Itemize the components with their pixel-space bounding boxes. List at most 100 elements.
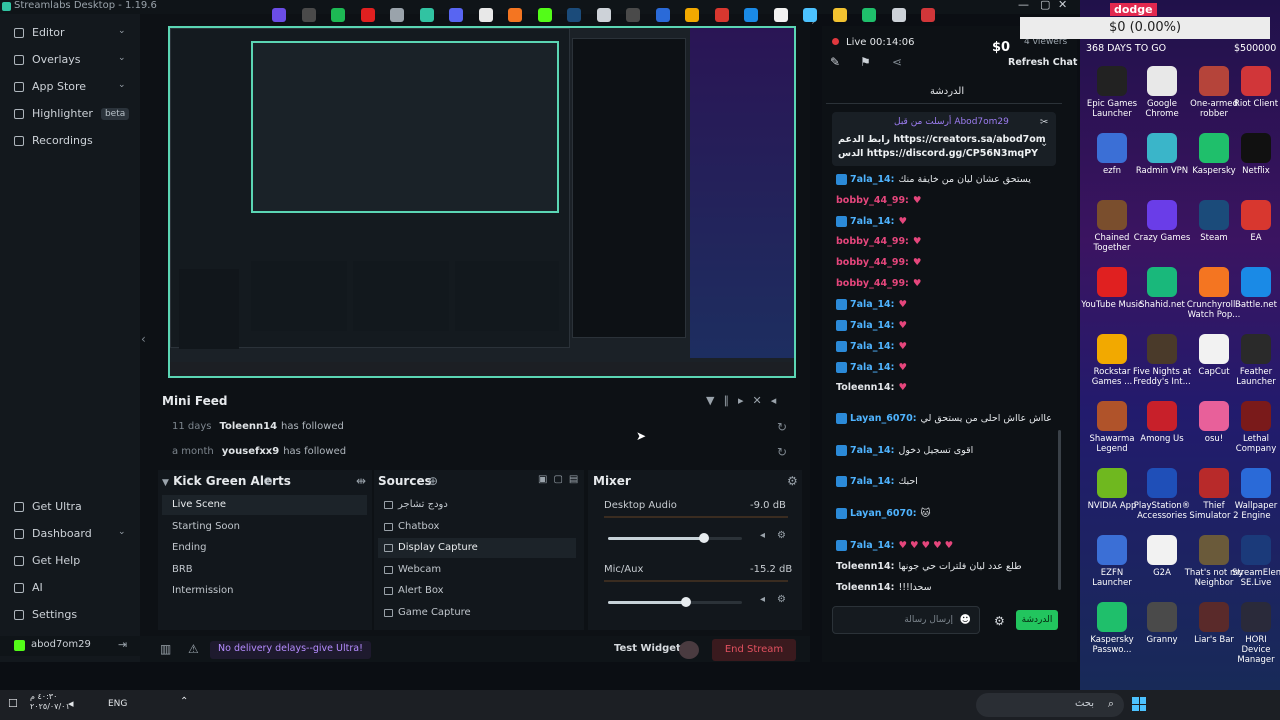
notification-icon[interactable]: ☐ <box>8 697 18 710</box>
chat-username[interactable]: Layan_6070: <box>850 413 917 424</box>
window-maximize-icon[interactable]: ▢ <box>1040 0 1050 11</box>
chat-username[interactable]: 7ala_14: <box>850 299 894 310</box>
end-stream-button[interactable]: End Stream <box>712 639 796 661</box>
sidebar-item-ai[interactable]: AI <box>14 581 43 594</box>
sidebar-item-settings[interactable]: Settings <box>14 608 77 621</box>
start-button[interactable] <box>1132 697 1146 711</box>
taskbar-app-icon[interactable] <box>537 8 552 22</box>
window-minimize-icon[interactable]: — <box>1018 0 1029 11</box>
chat-username[interactable]: 7ala_14: <box>850 476 894 487</box>
logout-icon[interactable]: ⇥ <box>118 638 127 651</box>
pinned-line-2[interactable]: الدس https://discord.gg/CP56N3mqPY <box>838 148 1038 159</box>
mute-alerts-icon[interactable]: ✕ <box>753 394 771 407</box>
desktop-icon-feather-launcher[interactable]: Feather Launcher <box>1232 334 1280 387</box>
taskbar-app-icon[interactable] <box>449 8 463 22</box>
taskbar-search[interactable]: بحث ⌕ <box>976 693 1124 717</box>
scene-item[interactable]: Starting Soon <box>162 517 367 537</box>
tray-expand-icon[interactable]: ⌃ <box>180 696 188 707</box>
sidebar-item-recordings[interactable]: Recordings <box>14 134 93 147</box>
mute-icon[interactable]: ◂ <box>760 594 765 605</box>
ultra-banner[interactable]: No delivery delays--give Ultra! <box>210 641 371 659</box>
stream-preview[interactable] <box>168 26 796 378</box>
chat-username[interactable]: 7ala_14: <box>850 362 894 373</box>
chat-username[interactable]: Toleenn14: <box>836 561 894 572</box>
slider-knob[interactable] <box>680 597 691 607</box>
add-scene-icon[interactable]: ⊕ <box>263 474 273 488</box>
scene-item[interactable]: BRB <box>162 560 367 580</box>
chat-username[interactable]: 7ala_14: <box>850 216 894 227</box>
replay-icon[interactable]: ↻ <box>777 420 787 434</box>
channel-settings-icon[interactable]: ⚙ <box>777 594 786 605</box>
desktop-icon-streamelements-se-live[interactable]: StreamElements SE.Live <box>1232 535 1280 588</box>
test-widgets-toggle[interactable] <box>679 641 699 659</box>
taskbar-app-icon[interactable] <box>478 8 493 22</box>
taskbar-app-icon[interactable] <box>272 8 286 22</box>
chevron-down-icon[interactable]: ⌄ <box>118 26 1266 36</box>
desktop-icon-wallpaper-engine[interactable]: Wallpaper Engine <box>1232 468 1280 521</box>
desktop-icon-hori-device-manager[interactable]: HORI Device Manager <box>1232 602 1280 665</box>
chat-username[interactable]: bobby_44_99: <box>836 236 909 247</box>
chat-input[interactable]: إرسال رسالة ☻ <box>832 606 980 634</box>
volume-icon[interactable]: ◂ <box>771 394 786 407</box>
scene-collection-icon[interactable]: ⇹ <box>356 474 366 488</box>
sidebar-item-get-ultra[interactable]: Get Ultra <box>14 500 82 513</box>
mixer-volume-slider[interactable] <box>608 533 742 543</box>
expand-pinned-icon[interactable]: ⌄ <box>1040 138 1048 149</box>
source-tools-icons[interactable]: ▣▢▤ <box>538 474 584 485</box>
chat-username[interactable]: bobby_44_99: <box>836 278 909 289</box>
chat-username[interactable]: bobby_44_99: <box>836 195 909 206</box>
mixer-volume-slider[interactable] <box>608 597 742 607</box>
chat-username[interactable]: Toleenn14: <box>836 382 894 393</box>
chat-username[interactable]: 7ala_14: <box>850 341 894 352</box>
desktop-icon-ea[interactable]: EA <box>1232 200 1280 243</box>
language-indicator[interactable]: ENG <box>108 699 127 709</box>
add-source-icon[interactable]: ⊕ <box>428 474 438 488</box>
source-item[interactable]: دودج تشاجر <box>378 495 576 515</box>
user-row[interactable]: abod7om29 ⇥ <box>0 636 140 656</box>
window-close-icon[interactable]: ✕ <box>1058 0 1067 11</box>
sidebar-item-highlighter[interactable]: Highlighter beta <box>14 107 130 120</box>
taskbar-app-icon[interactable] <box>301 8 316 22</box>
stats-icon[interactable]: ▥ <box>160 642 171 656</box>
taskbar-app-icon[interactable] <box>390 8 404 22</box>
scene-item[interactable]: Live Scene <box>162 495 367 515</box>
collapse-left-icon[interactable]: ‹ <box>141 332 146 346</box>
sidebar-item-overlays[interactable]: Overlays <box>14 53 81 66</box>
chat-username[interactable]: Toleenn14: <box>836 582 894 593</box>
desktop-icon-lethal-company[interactable]: Lethal Company <box>1232 401 1280 454</box>
taskbar-app-icon[interactable] <box>773 8 788 22</box>
taskbar-app-icon[interactable] <box>655 8 670 22</box>
desktop-icon-netflix[interactable]: Netflix <box>1232 133 1280 176</box>
taskbar-app-icon[interactable] <box>862 8 876 22</box>
taskbar-app-icon[interactable] <box>419 8 434 22</box>
sidebar-item-app-store[interactable]: App Store <box>14 80 86 93</box>
channel-settings-icon[interactable]: ⚙ <box>777 530 786 541</box>
pause-icon[interactable]: ∥ <box>723 394 738 407</box>
emoji-icon[interactable]: ☻ <box>960 613 971 626</box>
chat-username[interactable]: 7ala_14: <box>850 174 894 185</box>
chat-username[interactable]: 7ala_14: <box>850 320 894 331</box>
chat-username[interactable]: bobby_44_99: <box>836 257 909 268</box>
scene-item[interactable]: Intermission <box>162 581 367 601</box>
source-item[interactable]: Alert Box <box>378 581 576 601</box>
taskbar-app-icon[interactable] <box>626 8 640 22</box>
chevron-down-icon[interactable]: ⌄ <box>118 53 1266 63</box>
test-widgets-button[interactable]: Test Widgets <box>614 643 687 654</box>
taskbar-clock[interactable]: ٤٠:٣٠ م ٢٠٢٥/٠٧/٠١ <box>30 692 70 712</box>
desktop-icon-riot-client[interactable]: Riot Client <box>1232 66 1280 109</box>
source-item[interactable]: Game Capture <box>378 603 576 623</box>
sidebar-item-dashboard[interactable]: Dashboard <box>14 527 92 540</box>
desktop-icon-battle-net[interactable]: Battle.net <box>1232 267 1280 310</box>
source-item[interactable]: Display Capture <box>378 538 576 558</box>
taskbar-app-icon[interactable] <box>508 8 522 22</box>
volume-tray-icon[interactable]: ◂ <box>68 697 74 710</box>
taskbar-app-icon[interactable] <box>921 8 935 22</box>
taskbar-app-icon[interactable] <box>331 8 345 22</box>
pin-icon[interactable]: ✂ <box>1040 117 1048 128</box>
alert-icon[interactable]: ⚠ <box>188 642 199 656</box>
chat-username[interactable]: 7ala_14: <box>850 540 894 551</box>
taskbar-app-icon[interactable] <box>803 8 817 22</box>
taskbar-app-icon[interactable] <box>744 8 758 22</box>
skip-icon[interactable]: ▸ <box>738 394 753 407</box>
chat-scrollbar[interactable] <box>1058 430 1061 590</box>
